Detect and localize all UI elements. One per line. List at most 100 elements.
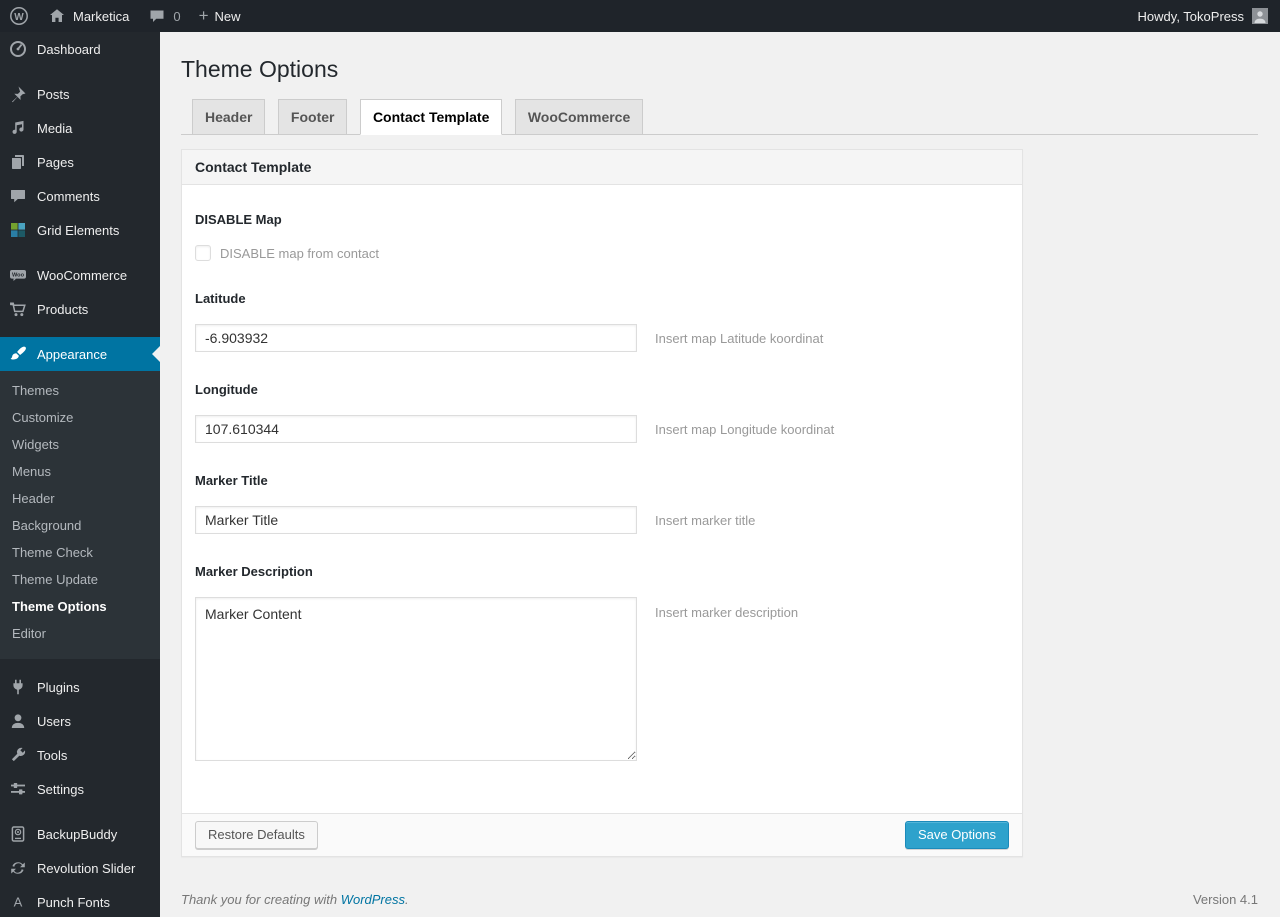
- sidebar-item-label: Posts: [37, 86, 70, 102]
- tab-woocommerce[interactable]: WooCommerce: [514, 99, 644, 135]
- thanks-period: .: [405, 892, 409, 907]
- sidebar-item-pages[interactable]: Pages: [0, 145, 160, 179]
- submenu-item-theme-check[interactable]: Theme Check: [0, 539, 160, 566]
- sidebar-item-media[interactable]: Media: [0, 111, 160, 145]
- tab-bar: Header Footer Contact Template WooCommer…: [181, 99, 1258, 135]
- sidebar-item-label: Plugins: [37, 679, 80, 695]
- sidebar-item-appearance[interactable]: Appearance: [0, 337, 160, 371]
- version-label: Version 4.1: [1192, 892, 1258, 907]
- cart-icon: [8, 299, 28, 319]
- sidebar-item-posts[interactable]: Posts: [0, 77, 160, 111]
- howdy-account-label[interactable]: Howdy, TokoPress: [1138, 9, 1244, 24]
- panel-title: Contact Template: [182, 150, 1022, 185]
- tab-header[interactable]: Header: [192, 99, 266, 135]
- latitude-hint: Insert map Latitude koordinat: [655, 330, 824, 346]
- page-title: Theme Options: [181, 56, 339, 82]
- tab-footer[interactable]: Footer: [277, 99, 348, 135]
- woocommerce-icon: Woo: [8, 265, 28, 285]
- appearance-submenu: Themes Customize Widgets Menus Header Ba…: [0, 371, 160, 659]
- submenu-item-background[interactable]: Background: [0, 512, 160, 539]
- dashboard-icon: [8, 39, 28, 59]
- sidebar-item-comments[interactable]: Comments: [0, 179, 160, 213]
- latitude-field: Latitude Insert map Latitude koordinat: [195, 291, 1009, 352]
- sidebar-item-products[interactable]: Products: [0, 292, 160, 326]
- disable-map-checkbox[interactable]: [195, 245, 211, 261]
- svg-text:A: A: [14, 895, 23, 910]
- submenu-item-customize[interactable]: Customize: [0, 404, 160, 431]
- media-icon: [8, 118, 28, 138]
- svg-text:Woo: Woo: [12, 272, 25, 278]
- sidebar-item-settings[interactable]: Settings: [0, 772, 160, 806]
- site-name-menu[interactable]: Marketica: [38, 0, 138, 32]
- sidebar-item-users[interactable]: Users: [0, 704, 160, 738]
- sidebar-item-label: Settings: [37, 781, 84, 797]
- sidebar-item-label: WooCommerce: [37, 267, 128, 283]
- latitude-label: Latitude: [195, 291, 246, 306]
- marker-title-hint: Insert marker title: [655, 512, 756, 528]
- sidebar-item-dashboard[interactable]: Dashboard: [0, 32, 160, 66]
- wordpress-logo-menu[interactable]: W: [0, 0, 38, 32]
- sidebar-item-punch-fonts[interactable]: A Punch Fonts: [0, 885, 160, 917]
- sidebar-item-revolution-slider[interactable]: Revolution Slider: [0, 851, 160, 885]
- save-options-button[interactable]: Save Options: [904, 821, 1009, 849]
- sidebar-item-label: Comments: [37, 188, 100, 204]
- sidebar-item-tools[interactable]: Tools: [0, 738, 160, 772]
- comments-count: 0: [173, 8, 181, 24]
- footer-thanks-text: Thank you for creating with WordPress.: [181, 892, 409, 907]
- sidebar-item-label: Products: [37, 301, 89, 317]
- sliders-icon: [8, 779, 28, 799]
- submenu-item-menus[interactable]: Menus: [0, 458, 160, 485]
- new-label: New: [214, 8, 241, 24]
- latitude-input[interactable]: [195, 324, 637, 352]
- brush-icon: [8, 344, 28, 364]
- wordpress-link[interactable]: WordPress: [341, 892, 405, 907]
- submenu-item-themes[interactable]: Themes: [0, 377, 160, 404]
- admin-sidebar: Dashboard Posts Media Pages Comments Gri…: [0, 32, 160, 917]
- panel-footer: Restore Defaults Save Options: [182, 813, 1022, 856]
- sidebar-item-plugins[interactable]: Plugins: [0, 670, 160, 704]
- submenu-item-widgets[interactable]: Widgets: [0, 431, 160, 458]
- sidebar-item-backupbuddy[interactable]: BackupBuddy: [0, 817, 160, 851]
- users-icon: [8, 711, 28, 731]
- comment-bubble-icon: [147, 6, 167, 26]
- restore-defaults-button[interactable]: Restore Defaults: [195, 821, 318, 849]
- site-name-label: Marketica: [73, 8, 130, 24]
- plus-icon: +: [198, 5, 209, 25]
- submenu-item-theme-options[interactable]: Theme Options: [0, 593, 160, 620]
- longitude-field: Longitude Insert map Longitude koordinat: [195, 382, 1009, 443]
- sidebar-item-label: Tools: [37, 747, 68, 763]
- sidebar-item-woocommerce[interactable]: Woo WooCommerce: [0, 258, 160, 292]
- marker-title-label: Marker Title: [195, 473, 268, 488]
- backup-drive-icon: [8, 824, 28, 844]
- letter-a-icon: A: [8, 892, 28, 912]
- comments-menu[interactable]: 0: [138, 0, 189, 32]
- disable-map-checkbox-label[interactable]: DISABLE map from contact: [220, 246, 379, 261]
- sidebar-item-label: Pages: [37, 154, 74, 170]
- sidebar-item-label: Users: [37, 713, 71, 729]
- svg-text:W: W: [14, 12, 24, 23]
- home-icon: [47, 6, 67, 26]
- submenu-item-theme-update[interactable]: Theme Update: [0, 566, 160, 593]
- marker-description-textarea[interactable]: Marker Content: [195, 597, 637, 761]
- sidebar-item-label: Grid Elements: [37, 222, 120, 238]
- tab-contact-template[interactable]: Contact Template: [359, 99, 503, 135]
- submenu-item-header[interactable]: Header: [0, 485, 160, 512]
- pages-icon: [8, 152, 28, 172]
- wordpress-logo-icon: W: [9, 6, 29, 26]
- sidebar-item-label: Revolution Slider: [37, 860, 136, 876]
- rotate-arrows-icon: [8, 858, 28, 878]
- disable-map-field: DISABLE Map DISABLE map from contact: [195, 212, 1009, 261]
- longitude-input[interactable]: [195, 415, 637, 443]
- avatar[interactable]: [1252, 8, 1268, 24]
- contact-template-panel: Contact Template DISABLE Map DISABLE map…: [181, 149, 1023, 857]
- thanks-prefix: Thank you for creating with: [181, 892, 338, 907]
- submenu-item-editor[interactable]: Editor: [0, 620, 160, 647]
- marker-description-label: Marker Description: [195, 564, 313, 579]
- sidebar-item-label: BackupBuddy: [37, 826, 118, 842]
- sidebar-item-label: Dashboard: [37, 41, 101, 57]
- marker-title-input[interactable]: [195, 506, 637, 534]
- grid-elements-icon: [8, 220, 28, 240]
- panel-body: DISABLE Map DISABLE map from contact Lat…: [182, 185, 1022, 813]
- sidebar-item-grid-elements[interactable]: Grid Elements: [0, 213, 160, 247]
- new-content-menu[interactable]: + New: [190, 0, 250, 32]
